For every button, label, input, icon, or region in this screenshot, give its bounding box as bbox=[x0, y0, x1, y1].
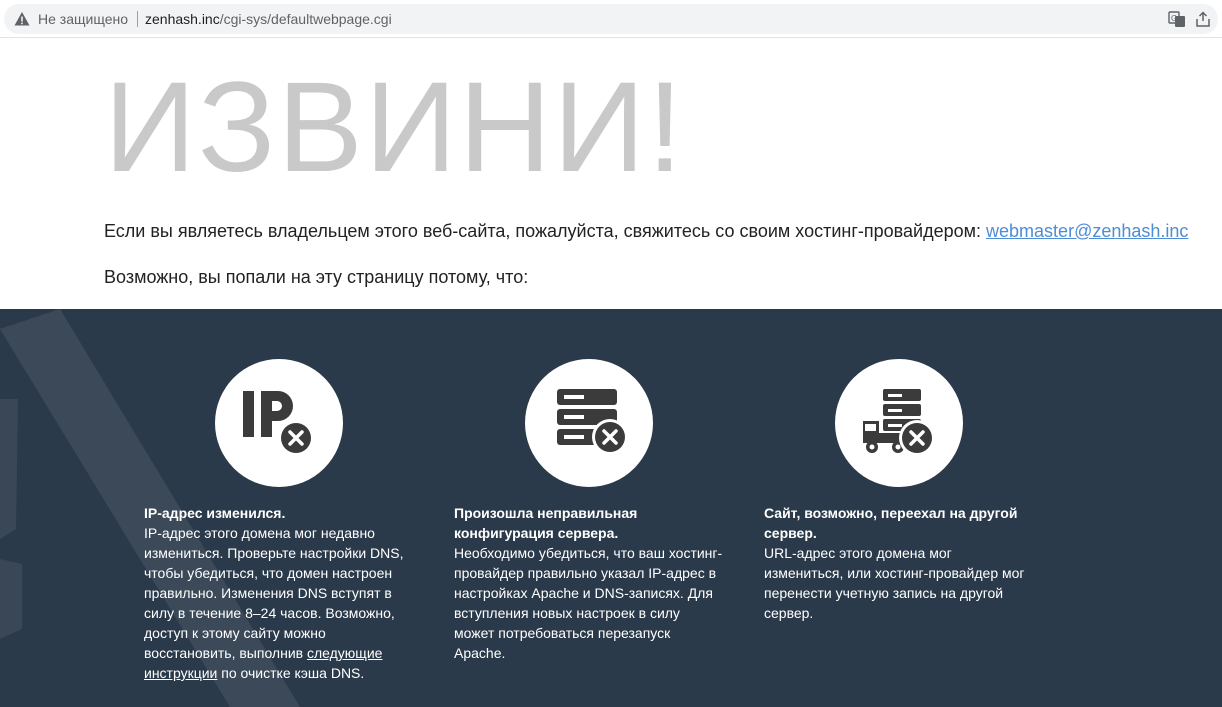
url-host: zenhash.inc bbox=[145, 11, 220, 27]
security-status-label[interactable]: Не защищено bbox=[38, 10, 128, 28]
browser-toolbar: Не защищено zenhash.inc/cgi-sys/defaultw… bbox=[0, 0, 1222, 38]
server-moved-icon-circle bbox=[835, 359, 963, 487]
reason-body-tail: по очистке кэша DNS. bbox=[217, 665, 365, 681]
reason-title: Сайт, возможно, переехал на другой серве… bbox=[764, 505, 1018, 541]
reasons-panel: IP-адрес изменился. IP-адрес этого домен… bbox=[0, 309, 1222, 707]
reasons-intro: Возможно, вы попали на эту страницу пото… bbox=[104, 267, 529, 287]
reason-body: URL-адрес этого домена мог измениться, и… bbox=[764, 545, 1025, 621]
address-separator bbox=[137, 11, 138, 27]
reason-card-server-moved: Сайт, возможно, переехал на другой серве… bbox=[764, 503, 1034, 623]
reason-body: IP-адрес этого домена мог недавно измени… bbox=[144, 525, 404, 661]
translate-icon[interactable]: G bbox=[1168, 10, 1186, 28]
reason-body: Необходимо убедиться, что ваш хостинг-пр… bbox=[454, 545, 723, 661]
reason-card-server-config: Произошла неправильная конфигурация серв… bbox=[454, 503, 724, 663]
ip-error-icon bbox=[243, 391, 314, 456]
reason-card-ip: IP-адрес изменился. IP-адрес этого домен… bbox=[144, 503, 414, 683]
contact-paragraph: Если вы являетесь владельцем этого веб-с… bbox=[104, 219, 1188, 243]
svg-text:G: G bbox=[1171, 14, 1177, 23]
reason-title: IP-адрес изменился. bbox=[144, 505, 286, 521]
url-path: /cgi-sys/defaultwebpage.cgi bbox=[219, 11, 392, 27]
share-icon[interactable] bbox=[1194, 10, 1212, 28]
page-headline: ИЗВИНИ! bbox=[104, 56, 685, 199]
url-text[interactable]: zenhash.inc/cgi-sys/defaultwebpage.cgi bbox=[145, 10, 392, 28]
server-misconfig-icon-circle bbox=[525, 359, 653, 487]
reason-title: Произошла неправильная конфигурация серв… bbox=[454, 505, 638, 541]
server-moved-icon bbox=[863, 389, 935, 456]
ip-changed-icon-circle bbox=[215, 359, 343, 487]
server-error-icon bbox=[557, 389, 628, 455]
contact-text: Если вы являетесь владельцем этого веб-с… bbox=[104, 221, 982, 241]
warning-icon[interactable] bbox=[14, 11, 30, 27]
address-bar[interactable]: Не защищено zenhash.inc/cgi-sys/defaultw… bbox=[4, 4, 1218, 34]
webmaster-email-link[interactable]: webmaster@zenhash.inc bbox=[986, 221, 1188, 241]
